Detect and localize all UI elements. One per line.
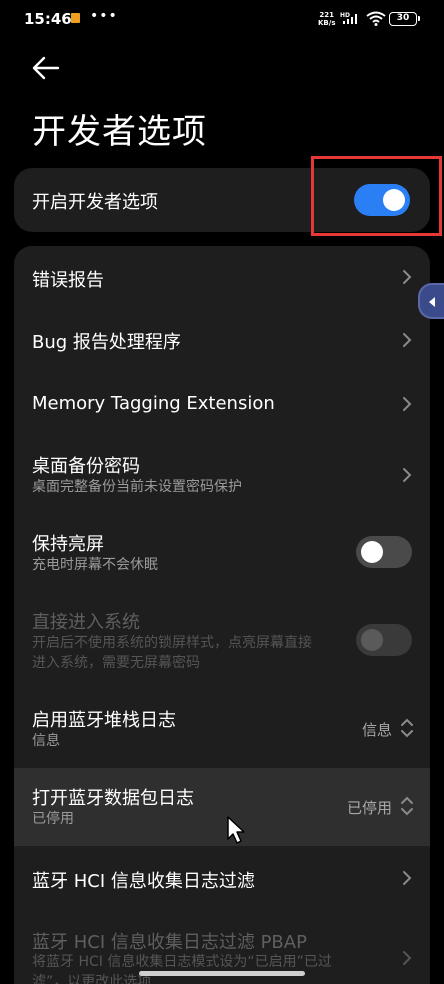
chevron-up-down-icon [401,718,413,738]
select-value: 已停用 [346,799,392,817]
setting-subtitle: 充电时屏幕不会休眠 [32,557,158,573]
setting-title: Bug 报告处理程序 [32,332,181,353]
setting-subtitle: 已停用 [32,811,74,827]
setting-direct-boot: 直接进入系统 开启后不使用系统的锁屏样式，点亮屏幕直接 进入系统，需要无屏幕密码 [14,592,430,682]
select-value: 信息 [361,721,392,739]
network-speed-unit: KB/s [318,19,336,27]
home-indicator[interactable] [139,971,305,976]
chevron-right-icon [403,951,412,965]
setting-bug-report[interactable]: 错误报告 [14,246,430,308]
chevron-right-icon [403,397,412,411]
setting-subtitle: 桌面完整备份当前未设置密码保护 [32,479,242,495]
status-bar: 15:46 ••• 221 KB/s HD 30 [0,0,444,38]
chevron-right-icon [403,871,412,885]
mouse-cursor-icon [227,816,245,844]
setting-subtitle: 将蓝牙 HCI 信息收集日志模式设为“已启用”已过 滤”，以更改此选项 [32,952,372,984]
setting-bluetooth-stack-log[interactable]: 启用蓝牙堆栈日志 信息 信息 [14,690,430,768]
notification-flag-icon [71,13,80,23]
setting-title: 桌面备份密码 [32,456,140,477]
master-toggle-label: 开启开发者选项 [32,192,158,213]
battery-icon: 30 [389,12,420,26]
stay-awake-toggle[interactable] [356,536,412,568]
toggle-knob [361,541,383,563]
network-type: HD [340,12,350,19]
setting-subtitle: 开启后不使用系统的锁屏样式，点亮屏幕直接 进入系统，需要无屏幕密码 [32,633,352,673]
signal-icon: HD [340,12,357,24]
network-speed-value: 221 [319,11,335,19]
setting-subtitle-line: 进入系统，需要无屏幕密码 [32,655,200,671]
setting-title: 错误报告 [32,270,104,291]
setting-subtitle-line: 将蓝牙 HCI 信息收集日志模式设为“已启用”已过 [32,954,332,970]
direct-boot-toggle [356,624,412,656]
setting-bluetooth-hci-filter[interactable]: 蓝牙 HCI 信息收集日志过滤 [14,846,430,910]
setting-title: 启用蓝牙堆栈日志 [32,710,176,731]
status-time: 15:46 [24,10,72,28]
setting-subtitle: 信息 [32,733,60,749]
chevron-up-down-icon [401,796,413,816]
setting-title: Memory Tagging Extension [32,393,275,414]
setting-memory-tagging[interactable]: Memory Tagging Extension [14,372,430,436]
setting-subtitle-line: 开启后不使用系统的锁屏样式，点亮屏幕直接 [32,635,312,651]
highlight-annotation-box [311,156,442,236]
chevron-right-icon [403,468,412,482]
setting-stay-awake: 保持亮屏 充电时屏幕不会休眠 [14,514,430,592]
setting-title: 直接进入系统 [32,612,140,633]
setting-title: 保持亮屏 [32,534,104,555]
setting-desktop-backup-password[interactable]: 桌面备份密码 桌面完整备份当前未设置密码保护 [14,436,430,514]
setting-bluetooth-packet-log[interactable]: 打开蓝牙数据包日志 已停用 已停用 [14,768,430,846]
wifi-icon [366,11,386,26]
page-title: 开发者选项 [32,112,207,152]
chevron-right-icon [403,270,412,284]
setting-title: 蓝牙 HCI 信息收集日志过滤 [32,871,255,892]
setting-bug-report-handler[interactable]: Bug 报告处理程序 [14,308,430,372]
settings-list: 错误报告 Bug 报告处理程序 Memory Tagging Extension… [14,246,430,984]
toggle-knob [361,629,383,651]
network-speed: 221 KB/s [318,11,335,27]
chevron-right-icon [403,333,412,347]
setting-title: 蓝牙 HCI 信息收集日志过滤 PBAP [32,932,307,953]
side-panel-handle[interactable] [418,283,444,319]
back-arrow-icon[interactable] [30,52,64,84]
more-notifications-icon: ••• [90,8,118,24]
setting-title: 打开蓝牙数据包日志 [32,788,194,809]
